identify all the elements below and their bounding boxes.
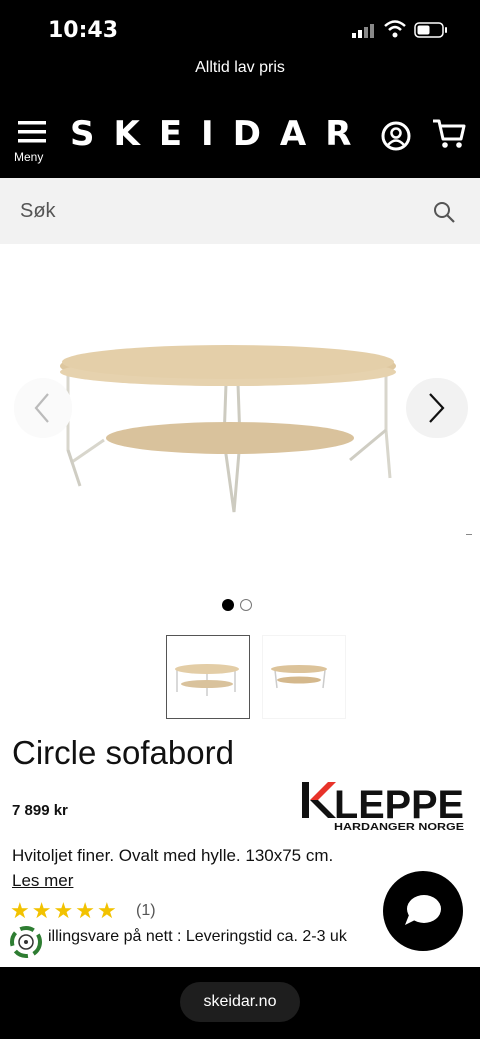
- search-icon[interactable]: [432, 200, 456, 224]
- site-header: Meny SKEIDAR: [0, 98, 480, 178]
- star-icon: ★: [96, 898, 117, 923]
- thumbnail-1[interactable]: [166, 635, 250, 719]
- chevron-left-icon: [34, 393, 49, 423]
- gallery-dots: [222, 598, 258, 616]
- browser-url-pill[interactable]: skeidar.no: [180, 982, 300, 1022]
- menu-label: Meny: [14, 150, 44, 164]
- product-title: Circle sofabord: [12, 734, 234, 771]
- star-icon: ★: [10, 898, 30, 923]
- battery-icon: [414, 22, 447, 38]
- star-icon: ★: [53, 898, 74, 923]
- thumbnail-2[interactable]: [262, 635, 346, 719]
- star-icon: ★: [75, 898, 95, 923]
- promo-text: Alltid lav pris: [195, 59, 285, 76]
- hamburger-icon: [18, 121, 46, 143]
- skeidar-logo[interactable]: SKEIDAR: [70, 114, 370, 154]
- gallery-next-button[interactable]: [406, 378, 468, 438]
- rating-stars[interactable]: ★★★★★: [10, 898, 119, 924]
- menu-button[interactable]: Meny: [14, 120, 50, 168]
- rating-count[interactable]: (1): [136, 902, 156, 920]
- chat-bubble-icon: [405, 895, 441, 925]
- gallery-dot-1[interactable]: [222, 599, 234, 611]
- thumbnail-image: [175, 664, 239, 696]
- wifi-icon: [384, 20, 406, 38]
- chat-button[interactable]: [383, 871, 463, 951]
- svg-text:HARDANGER NORGE: HARDANGER NORGE: [334, 822, 464, 833]
- brand-logo[interactable]: LEPPE HARDANGER NORGE: [298, 778, 468, 839]
- kleppe-logo: LEPPE HARDANGER NORGE: [302, 782, 464, 833]
- cart-icon[interactable]: [432, 118, 466, 150]
- read-more-link[interactable]: Les mer: [12, 871, 73, 891]
- signal-icon: [352, 24, 374, 38]
- gallery-prev-button[interactable]: [14, 378, 72, 438]
- product-gallery: [0, 244, 480, 624]
- product-price: 7 899 kr: [12, 802, 68, 819]
- product-description: Hvitoljet finer. Ovalt med hylle. 130x75…: [12, 846, 334, 865]
- svg-text:LEPPE: LEPPE: [334, 783, 464, 827]
- delivery-info: illingsvare på nett : Leveringstid ca. 2…: [48, 928, 347, 945]
- status-time: 10:43: [48, 18, 119, 43]
- search-bar: [0, 178, 480, 244]
- gallery-edge-marker: [466, 534, 472, 535]
- user-icon[interactable]: [380, 120, 412, 152]
- search-input[interactable]: [0, 178, 420, 244]
- chevron-right-icon: [429, 393, 445, 423]
- gallery-dot-2[interactable]: [240, 599, 252, 611]
- status-bar: 10:43: [0, 0, 480, 58]
- delivery-recycle-icon: [10, 926, 42, 958]
- thumbnail-image: [271, 665, 327, 689]
- star-icon: ★: [31, 898, 52, 923]
